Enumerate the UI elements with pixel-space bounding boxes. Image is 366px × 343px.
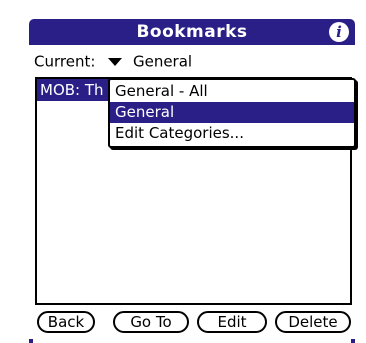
dropdown-triangle-icon[interactable] [108, 57, 123, 66]
corner-mark [351, 339, 355, 343]
category-selector[interactable]: Current: General [34, 49, 192, 73]
category-label: Current: [34, 52, 96, 71]
go-to-button[interactable]: Go To [113, 311, 189, 333]
popup-item-general-all[interactable]: General - All [110, 81, 354, 102]
popup-item-general[interactable]: General [110, 102, 354, 123]
page-title: Bookmarks [136, 22, 248, 42]
corner-mark [29, 339, 33, 343]
bookmarks-screen: Bookmarks i Current: General MOB: Th Gen… [0, 0, 366, 343]
edit-button[interactable]: Edit [197, 311, 267, 333]
info-icon[interactable]: i [329, 22, 349, 42]
popup-item-edit-categories[interactable]: Edit Categories... [110, 123, 354, 144]
delete-button[interactable]: Delete [275, 311, 351, 333]
back-button[interactable]: Back [37, 311, 95, 333]
category-value[interactable]: General [133, 53, 192, 71]
category-popup: General - All General Edit Categories... [108, 78, 356, 148]
title-bar: Bookmarks i [29, 19, 355, 45]
